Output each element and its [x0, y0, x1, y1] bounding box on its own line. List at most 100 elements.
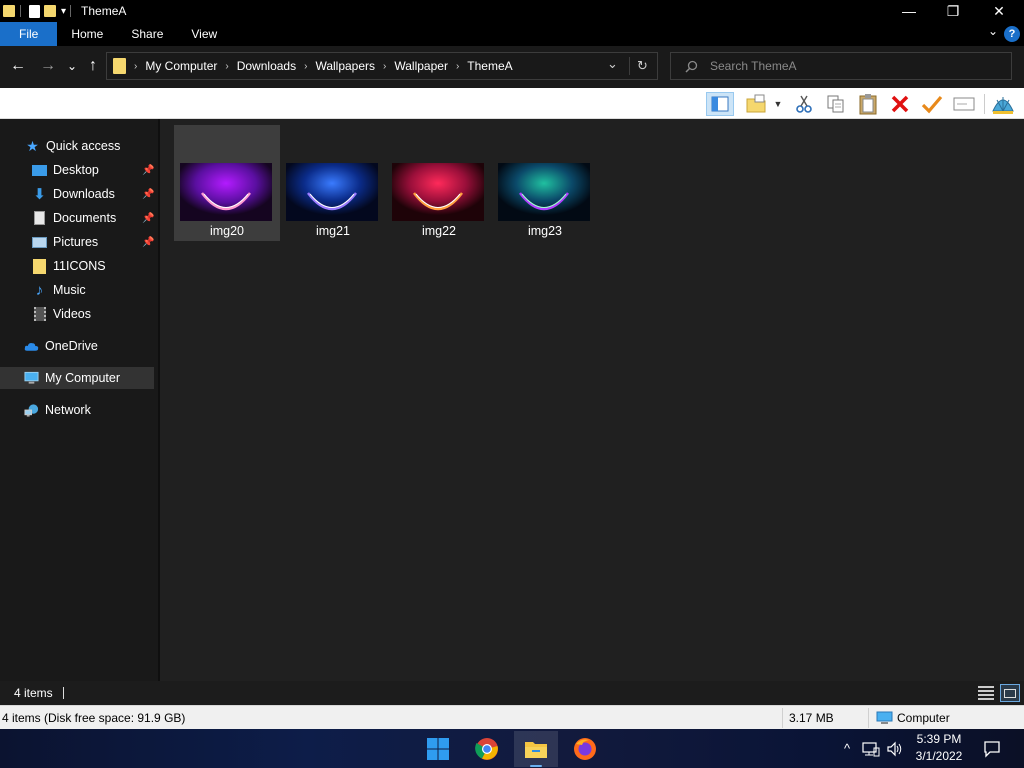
folder-icon	[32, 258, 47, 274]
notifications-icon[interactable]	[980, 729, 1004, 768]
details-separator	[782, 708, 783, 728]
pin-icon[interactable]: 📌	[142, 237, 154, 248]
firefox-icon[interactable]	[563, 731, 607, 767]
checkmark-icon[interactable]	[920, 92, 944, 116]
file-item-img22[interactable]: img22	[386, 125, 492, 241]
forward-button[interactable]: →	[38, 56, 58, 76]
breadcrumb-themea[interactable]: ThemeA	[467, 59, 512, 73]
clock[interactable]: 5:39 PM 3/1/2022	[910, 731, 968, 765]
tab-file[interactable]: File	[0, 22, 58, 46]
title-separator	[70, 5, 72, 17]
pin-icon[interactable]: 📌	[142, 165, 154, 176]
ribbon-tabs: File Home Share View ⌄ ?	[0, 22, 1024, 46]
sidebar-item-11icons[interactable]: 11ICONS	[0, 255, 158, 277]
details-separator	[868, 708, 869, 728]
file-view[interactable]: img20 img21 img22 img23	[160, 119, 1024, 681]
file-name: img22	[421, 224, 457, 238]
breadcrumb-wallpapers[interactable]: Wallpapers	[315, 59, 375, 73]
document-icon	[32, 211, 47, 225]
search-icon	[685, 60, 698, 73]
ribbon-collapse-icon[interactable]: ⌄	[988, 24, 998, 38]
breadcrumb-my-computer[interactable]: My Computer	[145, 59, 217, 73]
new-folder-icon[interactable]	[744, 92, 768, 116]
sidebar-item-videos[interactable]: Videos	[0, 303, 158, 325]
large-icons-view-icon[interactable]	[1000, 684, 1020, 702]
desktop-icon	[32, 163, 47, 177]
sidebar-item-downloads[interactable]: ⬇ Downloads 📌	[0, 183, 158, 205]
thumbnail-image	[392, 163, 484, 221]
network-status-icon[interactable]	[860, 729, 882, 768]
sidebar-item-label: 11ICONS	[53, 259, 106, 273]
sidebar-item-label: Network	[45, 403, 91, 417]
cut-icon[interactable]	[792, 92, 816, 116]
sidebar-item-onedrive[interactable]: OneDrive	[0, 335, 158, 357]
file-name: img20	[209, 224, 245, 238]
maximize-button[interactable]: ❐	[930, 0, 976, 22]
sidebar-item-pictures[interactable]: Pictures 📌	[0, 231, 158, 253]
up-button[interactable]: ↑	[83, 56, 103, 76]
tab-home[interactable]: Home	[57, 22, 117, 46]
location-label: Computer	[897, 711, 950, 725]
sidebar-item-music[interactable]: ♪ Music	[0, 279, 158, 301]
close-button[interactable]: ✕	[976, 0, 1022, 22]
sidebar-item-network[interactable]: Network	[0, 399, 158, 421]
thumbnail-image	[286, 163, 378, 221]
sidebar-item-label: Videos	[53, 307, 91, 321]
toolbar: ▼	[0, 88, 1024, 119]
back-button[interactable]: ←	[8, 56, 28, 76]
file-item-img21[interactable]: img21	[280, 125, 386, 241]
status-bar: 4 items	[0, 681, 1024, 705]
network-icon	[24, 403, 39, 417]
shell-icon[interactable]	[991, 92, 1015, 116]
cloud-icon	[24, 339, 39, 353]
file-name: img21	[315, 224, 351, 238]
start-icon[interactable]	[416, 731, 460, 767]
tab-view[interactable]: View	[177, 22, 231, 46]
sidebar-item-documents[interactable]: Documents 📌	[0, 207, 158, 229]
file-item-img23[interactable]: img23	[492, 125, 598, 241]
minimize-button[interactable]: —	[886, 0, 932, 22]
quick-access-dropdown-icon[interactable]: ▾	[61, 6, 66, 17]
search-box[interactable]	[670, 52, 1012, 80]
breadcrumb-separator[interactable]: ›	[304, 61, 307, 72]
breadcrumb-downloads[interactable]: Downloads	[237, 59, 296, 73]
preview-pane-icon[interactable]	[706, 92, 734, 116]
tab-share[interactable]: Share	[117, 22, 177, 46]
taskbar: ^ 5:39 PM 3/1/2022	[0, 729, 1024, 768]
breadcrumb-separator[interactable]: ›	[383, 61, 386, 72]
volume-icon[interactable]	[884, 729, 906, 768]
recent-locations-button[interactable]: ⌄	[62, 56, 82, 76]
breadcrumb-separator[interactable]: ›	[456, 61, 459, 72]
refresh-icon[interactable]: ↻	[637, 58, 648, 74]
new-folder-dropdown-icon[interactable]: ▼	[770, 92, 786, 116]
total-size: 3.17 MB	[789, 711, 834, 725]
search-input[interactable]	[710, 59, 1010, 73]
breadcrumb-separator[interactable]: ›	[225, 61, 228, 72]
pictures-icon	[32, 235, 47, 249]
address-separator	[629, 57, 630, 75]
sidebar-item-quick-access[interactable]: ★ Quick access	[0, 135, 158, 157]
sidebar-item-desktop[interactable]: Desktop 📌	[0, 159, 158, 181]
breadcrumb-wallpaper[interactable]: Wallpaper	[394, 59, 448, 73]
sidebar-item-label: Pictures	[53, 235, 99, 249]
file-explorer-icon[interactable]	[514, 731, 558, 767]
delete-icon[interactable]	[888, 92, 912, 116]
address-dropdown-icon[interactable]: ⌄	[607, 56, 618, 72]
properties-icon[interactable]	[27, 4, 41, 19]
rename-icon[interactable]	[952, 92, 976, 116]
breadcrumb-separator[interactable]: ›	[134, 61, 137, 72]
details-view-icon[interactable]	[978, 686, 994, 700]
copy-icon[interactable]	[824, 92, 848, 116]
music-icon: ♪	[35, 281, 44, 299]
address-bar[interactable]: › My Computer › Downloads › Wallpapers ›…	[106, 52, 658, 80]
details-bar: 4 items (Disk free space: 91.9 GB) 3.17 …	[0, 705, 1024, 729]
show-hidden-icons-button[interactable]: ^	[838, 729, 856, 768]
new-folder-icon[interactable]	[43, 4, 57, 19]
pin-icon[interactable]: 📌	[142, 189, 154, 200]
help-icon[interactable]: ?	[1004, 26, 1020, 42]
pin-icon[interactable]: 📌	[142, 213, 154, 224]
chrome-icon[interactable]	[465, 731, 509, 767]
paste-icon[interactable]	[856, 92, 880, 116]
file-item-img20[interactable]: img20	[174, 125, 280, 241]
sidebar-item-my-computer[interactable]: My Computer	[0, 367, 154, 389]
